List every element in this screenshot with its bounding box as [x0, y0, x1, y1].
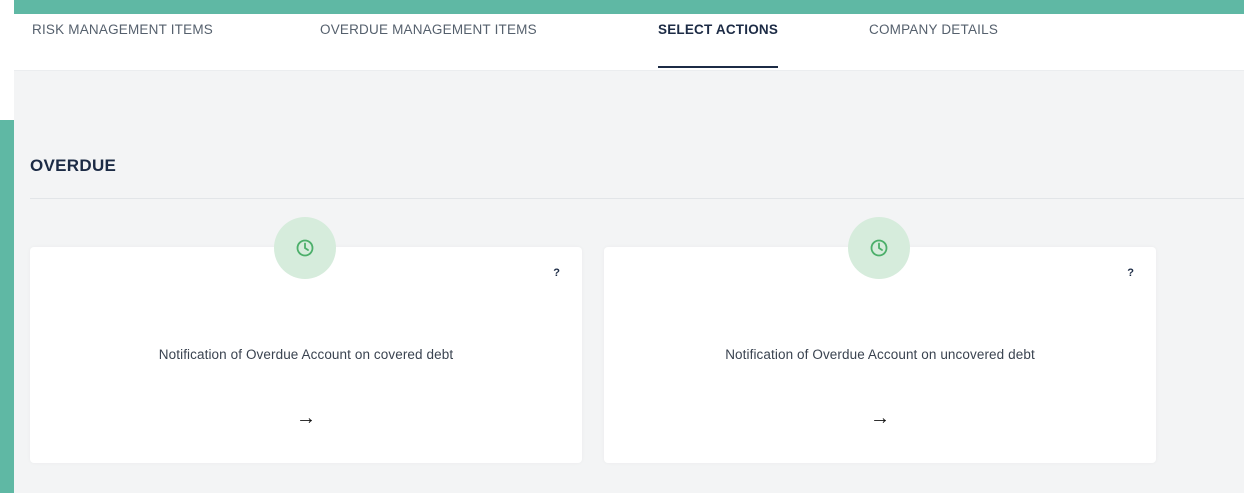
help-icon[interactable]: ?	[1127, 267, 1134, 279]
tab-overdue-management-items[interactable]: OVERDUE MANAGEMENT ITEMS	[320, 22, 537, 70]
action-card-covered-debt[interactable]: ? Notification of Overdue Account on cov…	[30, 217, 582, 463]
card-title: Notification of Overdue Account on cover…	[158, 347, 454, 362]
section-divider	[30, 198, 1244, 199]
arrow-right-icon[interactable]: →	[30, 407, 582, 430]
tab-company-details[interactable]: COMPANY DETAILS	[869, 22, 998, 70]
tab-select-actions[interactable]: SELECT ACTIONS	[658, 22, 779, 70]
card-title: Notification of Overdue Account on uncov…	[725, 347, 1035, 362]
action-card-uncovered-debt[interactable]: ? Notification of Overdue Account on unc…	[604, 217, 1156, 463]
clock-icon	[870, 239, 888, 257]
page-content: RISK MANAGEMENT ITEMS OVERDUE MANAGEMENT…	[14, 14, 1244, 493]
section-title: OVERDUE	[30, 156, 117, 175]
clock-icon	[296, 239, 314, 257]
frame-corner	[0, 0, 14, 120]
arrow-right-icon[interactable]: →	[604, 407, 1156, 430]
tab-bar: RISK MANAGEMENT ITEMS OVERDUE MANAGEMENT…	[14, 14, 1244, 71]
tab-risk-management-items[interactable]: RISK MANAGEMENT ITEMS	[32, 22, 213, 70]
frame-border-top	[0, 0, 1244, 14]
help-icon[interactable]: ?	[553, 267, 560, 279]
clock-icon-badge	[848, 217, 910, 279]
clock-icon-badge	[274, 217, 336, 279]
